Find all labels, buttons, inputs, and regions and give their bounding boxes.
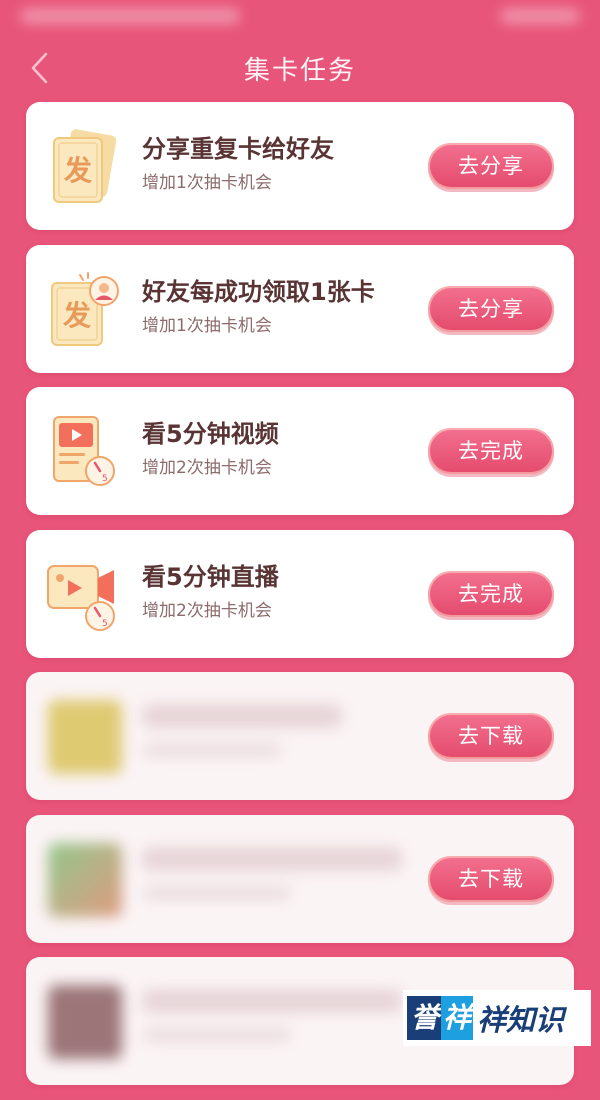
complete-button[interactable]: 去完成: [428, 570, 554, 617]
task-title: 看5分钟直播: [142, 562, 279, 591]
task-subtitle: 增加1次抽卡机会: [142, 173, 272, 193]
svg-text:5: 5: [102, 474, 108, 484]
fa-card-icon: 发: [44, 126, 126, 208]
task-text: 看5分钟直播 增加2次抽卡机会: [142, 562, 279, 622]
fa-card-friend-icon: 发: [44, 269, 126, 351]
app-thumbnail-icon: [44, 981, 126, 1063]
task-text: [142, 846, 402, 901]
svg-text:5: 5: [102, 619, 108, 629]
task-card-download: 去下载: [26, 672, 574, 800]
task-card-share-duplicate: 发 分享重复卡给好友 增加1次抽卡机会 去分享: [26, 102, 574, 230]
watermark-logo: 誉祥祥知识: [403, 990, 591, 1046]
live-camera-timer-icon: 5: [44, 554, 126, 636]
task-text: [142, 704, 342, 758]
share-button[interactable]: 去分享: [428, 285, 554, 332]
status-bar: [0, 0, 600, 36]
app-thumbnail-icon: [44, 839, 126, 921]
app-thumbnail-icon: [44, 696, 126, 778]
share-button[interactable]: 去分享: [428, 143, 554, 189]
task-title: 看5分钟视频: [142, 420, 279, 448]
task-title: 好友每成功领取1张卡: [142, 277, 375, 306]
page-title: 集卡任务: [243, 56, 356, 86]
task-title: 分享重复卡给好友: [142, 135, 334, 163]
task-text: [142, 989, 402, 1043]
task-card-watch-video: 5 看5分钟视频 增加2次抽卡机会 去完成: [26, 387, 574, 515]
task-subtitle: 增加1次抽卡机会: [142, 315, 272, 336]
video-timer-icon: 5: [44, 411, 126, 493]
task-text: 分享重复卡给好友 增加1次抽卡机会: [142, 134, 334, 194]
svg-text:发: 发: [63, 154, 92, 187]
watermark-text: 祥: [441, 996, 474, 1040]
header: 集卡任务: [0, 36, 600, 100]
svg-text:发: 发: [62, 299, 91, 332]
task-text: 看5分钟视频 增加2次抽卡机会: [142, 419, 279, 479]
task-card-watch-live: 5 看5分钟直播 增加2次抽卡机会 去完成: [26, 529, 574, 658]
task-text: 好友每成功领取1张卡 增加1次抽卡机会: [142, 277, 375, 337]
download-button[interactable]: 去下载: [428, 713, 554, 759]
task-card-download: 去下载: [26, 814, 574, 943]
task-card-friend-claim: 发 好友每成功领取1张卡 增加1次抽卡机会 去分享: [26, 244, 574, 373]
watermark-text: 誉: [407, 996, 442, 1040]
task-subtitle: 增加2次抽卡机会: [142, 600, 272, 621]
watermark-text: 祥知识: [477, 1003, 565, 1037]
complete-button[interactable]: 去完成: [428, 428, 554, 474]
download-button[interactable]: 去下载: [428, 855, 554, 902]
task-subtitle: 增加2次抽卡机会: [142, 458, 272, 478]
task-list: 发 分享重复卡给好友 增加1次抽卡机会 去分享 发 好友每成功领取1张卡 增加1: [26, 102, 574, 1100]
